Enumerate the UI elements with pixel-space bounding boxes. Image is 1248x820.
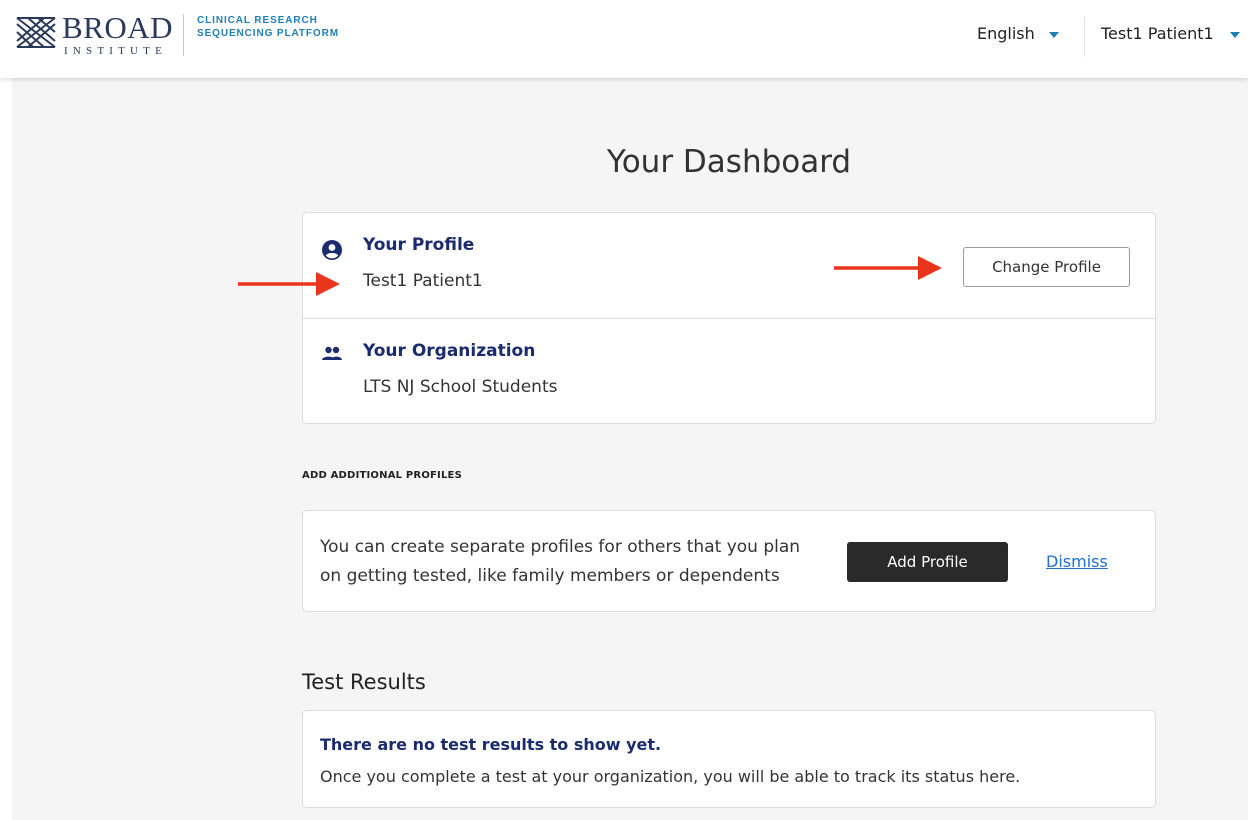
language-label: English (977, 24, 1035, 43)
change-profile-button[interactable]: Change Profile (963, 247, 1130, 287)
add-profiles-description: You can create separate profiles for oth… (320, 533, 840, 591)
account-circle-icon (322, 240, 342, 260)
tagline-line-1: CLINICAL RESEARCH (197, 15, 318, 26)
platform-tagline: CLINICAL RESEARCH SEQUENCING PLATFORM (197, 14, 339, 40)
user-menu[interactable]: Test1 Patient1 (1101, 24, 1240, 43)
chevron-down-icon (1048, 31, 1059, 38)
dismiss-link[interactable]: Dismiss (1046, 552, 1108, 571)
header-divider (1084, 17, 1085, 57)
organization-label: Your Organization (363, 341, 536, 361)
no-results-text: Once you complete a test at your organiz… (320, 767, 1021, 786)
broad-logo-mark-icon (16, 14, 56, 50)
test-results-card: There are no test results to show yet. O… (302, 710, 1156, 808)
chevron-down-icon (1229, 31, 1240, 38)
profile-name: Test1 Patient1 (363, 271, 483, 291)
arrow-right-icon (834, 256, 942, 280)
no-results-title: There are no test results to show yet. (320, 735, 662, 754)
add-profiles-text-line-2: on getting tested, like family members o… (320, 566, 780, 586)
organization-row: Your Organization LTS NJ School Students (303, 319, 1155, 424)
arrow-right-icon (238, 272, 340, 296)
profile-card: Your Profile Test1 Patient1 Change Profi… (302, 212, 1156, 424)
test-results-heading: Test Results (302, 670, 426, 694)
profile-label: Your Profile (363, 235, 475, 255)
add-profiles-card: You can create separate profiles for oth… (302, 510, 1156, 612)
group-icon (322, 346, 342, 360)
user-name: Test1 Patient1 (1101, 24, 1214, 43)
organization-name: LTS NJ School Students (363, 377, 558, 397)
logo-institute-text: INSTITUTE (64, 45, 168, 57)
page-title: Your Dashboard (606, 144, 852, 180)
tagline-line-2: SEQUENCING PLATFORM (197, 28, 339, 39)
top-header: BROAD INSTITUTE CLINICAL RESEARCH SEQUEN… (0, 0, 1248, 78)
add-profiles-text-line-1: You can create separate profiles for oth… (320, 537, 801, 557)
add-profile-button[interactable]: Add Profile (847, 542, 1008, 582)
logo-broad-text: BROAD (62, 10, 174, 45)
profile-row: Your Profile Test1 Patient1 Change Profi… (303, 213, 1155, 319)
add-profiles-section-label: ADD ADDITIONAL PROFILES (302, 470, 462, 481)
main-content (12, 78, 1248, 820)
logo-divider (183, 14, 185, 56)
language-selector[interactable]: English (977, 24, 1059, 43)
broad-institute-logo[interactable]: BROAD INSTITUTE CLINICAL RESEARCH SEQUEN… (16, 10, 339, 58)
